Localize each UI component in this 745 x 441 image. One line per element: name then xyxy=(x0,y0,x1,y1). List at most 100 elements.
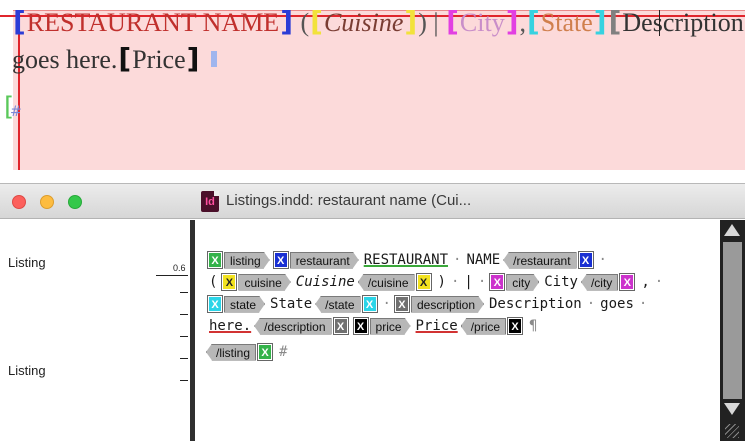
text-cursor xyxy=(659,10,660,36)
layout-line-1: [RESTAURANT NAME] ([Cuisine]) | [City],[… xyxy=(12,7,744,38)
x-marker-icon: X xyxy=(207,251,223,269)
info-column: Listing Listing 0.6 xyxy=(0,220,192,441)
price-close-tag[interactable]: /price X xyxy=(460,317,524,335)
x-marker-icon: X xyxy=(489,273,506,291)
x-marker-icon: X xyxy=(352,317,369,335)
city-tag-bracket-close: ] xyxy=(505,5,519,38)
zoom-window-button[interactable] xyxy=(68,195,82,209)
x-marker-icon: X xyxy=(221,273,238,291)
story-line: Xstate State /state X · Xdescription Descr… xyxy=(206,293,649,315)
city-close-tag[interactable]: /city X xyxy=(580,273,636,291)
state-close-tag[interactable]: /state X xyxy=(315,295,378,313)
description-tag-bracket-open: [ xyxy=(608,5,622,38)
cuisine-tag-bracket-open: [ xyxy=(310,5,323,38)
x-marker-icon: X xyxy=(332,317,349,335)
space-marker: · xyxy=(638,296,648,312)
cuisine-close-tag[interactable]: /cuisine X xyxy=(357,273,433,291)
paragraph-style-label: Listing xyxy=(8,363,46,378)
hash-icon: # xyxy=(10,104,22,120)
space-marker: · xyxy=(453,252,462,268)
restaurant-open-tag[interactable]: Xrestaurant xyxy=(272,251,359,269)
paragraph-style-label: Listing xyxy=(8,255,46,270)
resize-grip-icon[interactable] xyxy=(725,424,739,438)
layout-view: [RESTAURANT NAME] ([Cuisine]) | [City],[… xyxy=(0,0,745,172)
story-separator: | xyxy=(464,274,473,290)
space-marker: · xyxy=(654,274,664,290)
cuisine-open-tag[interactable]: Xcuisine xyxy=(220,273,290,291)
cuisine-tag-bracket-close: ] xyxy=(404,5,418,38)
story-word: Description xyxy=(489,296,582,312)
depth-ruler-tick xyxy=(180,292,188,293)
scroll-up-arrow-icon[interactable] xyxy=(724,224,740,236)
listing-close-tag[interactable]: /listing X xyxy=(206,343,274,361)
story-line: /listing X # xyxy=(206,341,287,363)
price-tag-bracket-close: ] xyxy=(186,42,200,75)
listing-open-tag[interactable]: Xlisting xyxy=(206,251,270,269)
story-line: ( Xcuisine Cuisine /cuisine X ) · | · Xcity … xyxy=(206,271,665,293)
layout-description-line-1: Description xyxy=(622,8,744,37)
depth-ruler-tick xyxy=(180,336,188,337)
space-marker: · xyxy=(598,252,607,268)
layout-line-2: goes here.[Price] xyxy=(12,44,200,75)
layout-separator: | xyxy=(433,8,439,37)
end-of-story-icon: # xyxy=(279,344,288,360)
restaurant-tag-bracket-close: ] xyxy=(280,5,293,38)
story-punctuation: ) xyxy=(437,274,446,290)
state-tag-bracket-close: ] xyxy=(593,5,607,38)
layout-cuisine: Cuisine xyxy=(323,8,404,37)
column-divider[interactable] xyxy=(190,220,195,441)
minimize-window-button[interactable] xyxy=(40,195,54,209)
story-word: Cuisine xyxy=(295,274,355,290)
state-open-tag[interactable]: Xstate xyxy=(206,295,265,313)
x-marker-icon: X xyxy=(257,343,274,361)
depth-ruler-tick xyxy=(180,380,188,381)
depth-ruler-tick xyxy=(180,358,188,359)
close-window-button[interactable] xyxy=(12,195,26,209)
space-marker: · xyxy=(450,274,460,290)
end-of-story-marker xyxy=(211,51,217,67)
layout-close-paren: ) xyxy=(418,8,427,37)
indesign-document-icon: Id xyxy=(201,191,219,212)
x-marker-icon: X xyxy=(619,273,636,291)
vertical-scrollbar[interactable] xyxy=(720,220,745,441)
city-tag-bracket-open: [ xyxy=(446,5,459,38)
story-word: State xyxy=(270,296,313,312)
depth-ruler xyxy=(156,275,188,276)
layout-open-paren: ( xyxy=(300,8,310,37)
description-open-tag[interactable]: Xdescription xyxy=(393,295,484,313)
layout-price: Price xyxy=(132,45,186,74)
window-title: Listings.indd: restaurant name (Cui... xyxy=(226,192,472,209)
story-word: goes xyxy=(600,296,634,312)
story-word: NAME xyxy=(466,252,501,268)
layout-description-line-2: goes here. xyxy=(12,45,118,74)
story-editor-window: Id Listings.indd: restaurant name (Cui..… xyxy=(0,183,745,441)
story-punctuation: , xyxy=(641,274,650,290)
space-marker: · xyxy=(382,296,391,312)
layout-restaurant-name: RESTAURANT NAME xyxy=(26,8,280,37)
x-marker-icon: X xyxy=(361,295,378,313)
state-tag-bracket-open: [ xyxy=(527,5,540,38)
city-open-tag[interactable]: Xcity xyxy=(488,273,539,291)
story-punctuation: ( xyxy=(209,274,218,290)
price-open-tag[interactable]: Xprice xyxy=(352,317,411,335)
x-marker-icon: X xyxy=(577,251,594,269)
story-line: Xlisting Xrestaurant RESTAURANT · NAME /re… xyxy=(206,249,609,271)
x-marker-icon: X xyxy=(272,251,289,269)
x-marker-icon: X xyxy=(415,273,432,291)
layout-comma: , xyxy=(519,8,527,37)
title-bar[interactable]: Id Listings.indd: restaurant name (Cui..… xyxy=(0,184,745,219)
restaurant-tag-bracket-open: [ xyxy=(13,5,26,38)
x-marker-icon: X xyxy=(207,295,223,313)
depth-ruler-tick xyxy=(180,314,188,315)
story-word: City xyxy=(544,274,578,290)
story-line: here. /description X Xprice Price /price X… xyxy=(206,315,537,337)
price-tag-bracket-open: [ xyxy=(118,42,132,75)
description-close-tag[interactable]: /description X xyxy=(254,317,349,335)
scroll-track[interactable] xyxy=(723,242,742,399)
x-marker-icon: X xyxy=(507,317,524,335)
x-marker-icon: X xyxy=(393,295,410,313)
scroll-down-arrow-icon[interactable] xyxy=(724,403,740,415)
space-marker: · xyxy=(477,274,487,290)
restaurant-close-tag[interactable]: /restaurant X xyxy=(503,251,594,269)
story-text-area[interactable]: Xlisting Xrestaurant RESTAURANT · NAME /re… xyxy=(196,220,720,441)
